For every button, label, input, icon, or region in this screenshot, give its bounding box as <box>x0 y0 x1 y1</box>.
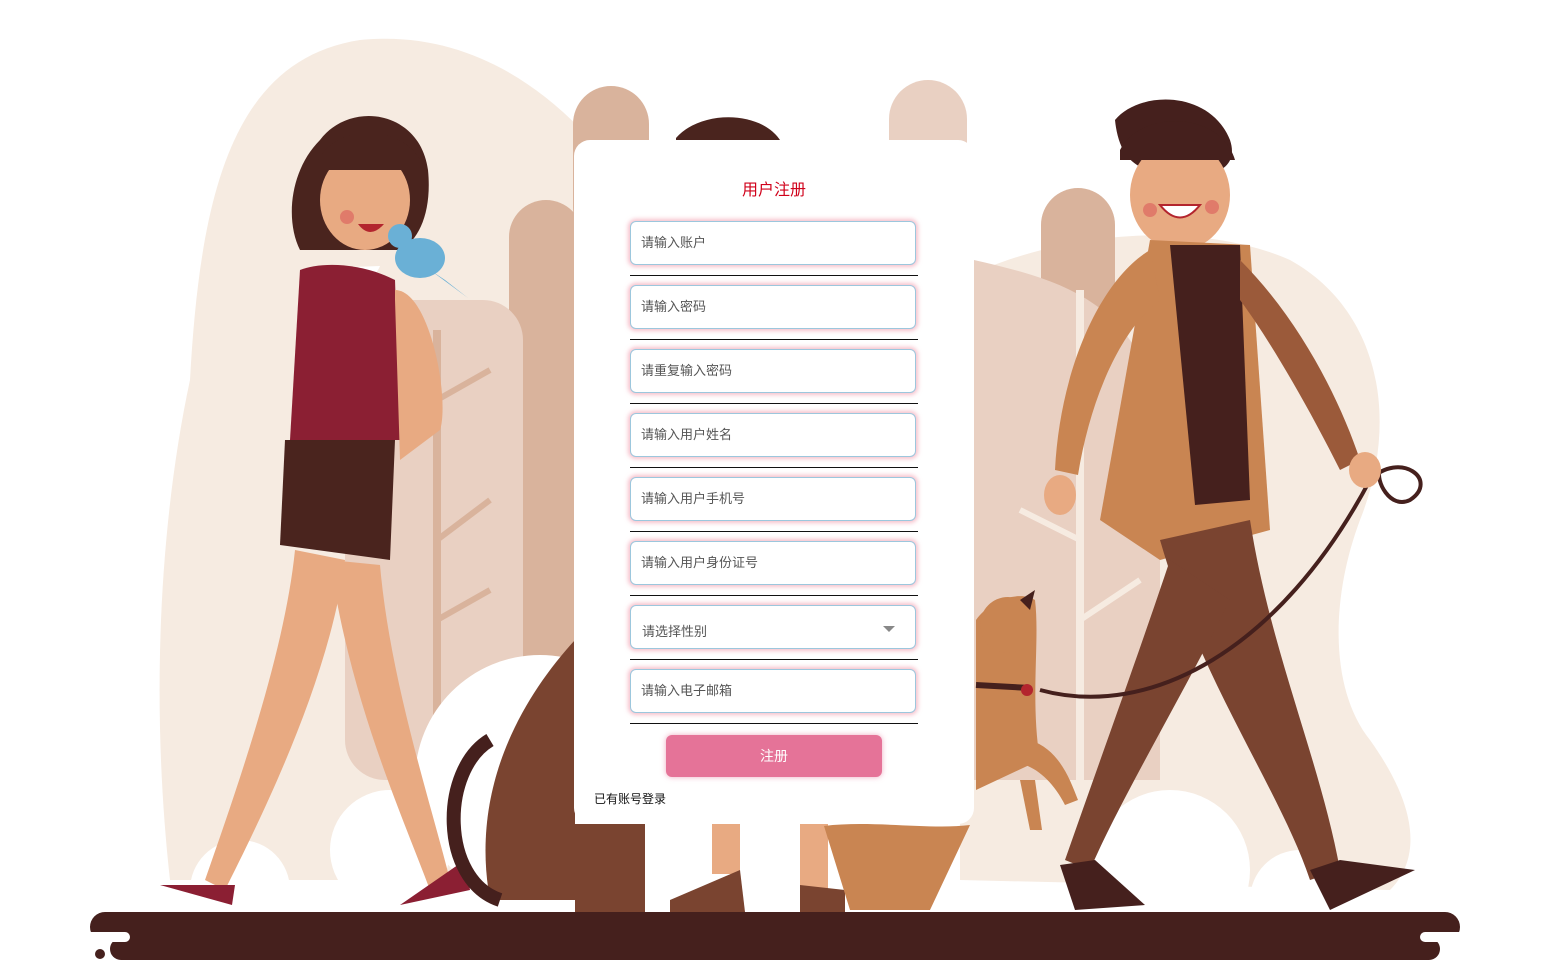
chevron-down-icon <box>883 626 895 632</box>
phone-input[interactable] <box>630 477 916 521</box>
repeat-password-field-wrap <box>630 349 918 404</box>
id-number-field-wrap <box>630 541 918 596</box>
password-input[interactable] <box>630 285 916 329</box>
password-field-wrap <box>630 285 918 340</box>
gender-field-wrap: 请选择性别 <box>630 605 918 660</box>
name-field-wrap <box>630 413 918 468</box>
register-button[interactable]: 注册 <box>666 735 882 777</box>
repeat-password-input[interactable] <box>630 349 916 393</box>
name-input[interactable] <box>630 413 916 457</box>
gender-select-placeholder: 请选择性别 <box>642 625 708 640</box>
login-link[interactable]: 已有账号登录 <box>594 790 666 807</box>
id-number-input[interactable] <box>630 541 916 585</box>
register-card: 用户注册 请选择性别 注册 已有账号登录 <box>574 140 974 824</box>
email-input[interactable] <box>630 669 916 713</box>
ground <box>90 912 1460 942</box>
account-field-wrap <box>630 221 918 276</box>
account-input[interactable] <box>630 221 916 265</box>
phone-field-wrap <box>630 477 918 532</box>
email-field-wrap <box>630 669 918 724</box>
gender-select[interactable]: 请选择性别 <box>630 605 916 649</box>
form-title: 用户注册 <box>741 180 806 199</box>
